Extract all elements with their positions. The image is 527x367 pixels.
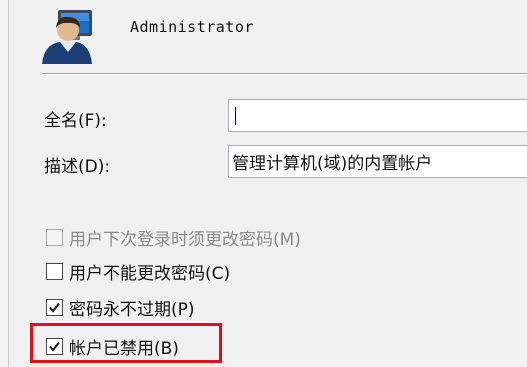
option-cannot-change-password[interactable]: 用户不能更改密码(C) [46,258,230,284]
option-label: 用户不能更改密码(C) [69,263,231,284]
option-label: 密码永不过期(P) [69,299,195,320]
header-divider [42,73,527,75]
description-label: 描述(D): [44,157,111,177]
window-left-edge [0,0,9,367]
highlight-box [30,323,222,363]
option-password-never-expires[interactable]: 密码永不过期(P) [46,294,195,320]
account-name: Administrator [130,18,254,36]
checkbox-cannot-change-password[interactable] [46,262,63,280]
checkmark-icon [49,302,60,313]
text-caret [235,107,236,125]
description-field[interactable]: 管理计算机(域)的内置帐户 [228,145,527,178]
fullname-label: 全名(F): [44,111,107,131]
checkbox-change-password-next-logon[interactable] [46,228,63,246]
option-change-password-next-logon[interactable]: 用户下次登录时须更改密码(M) [46,224,301,250]
option-label: 用户下次登录时须更改密码(M) [69,229,301,250]
checkbox-password-never-expires[interactable] [46,298,63,316]
user-account-icon [40,6,98,64]
fullname-field[interactable] [228,99,527,132]
